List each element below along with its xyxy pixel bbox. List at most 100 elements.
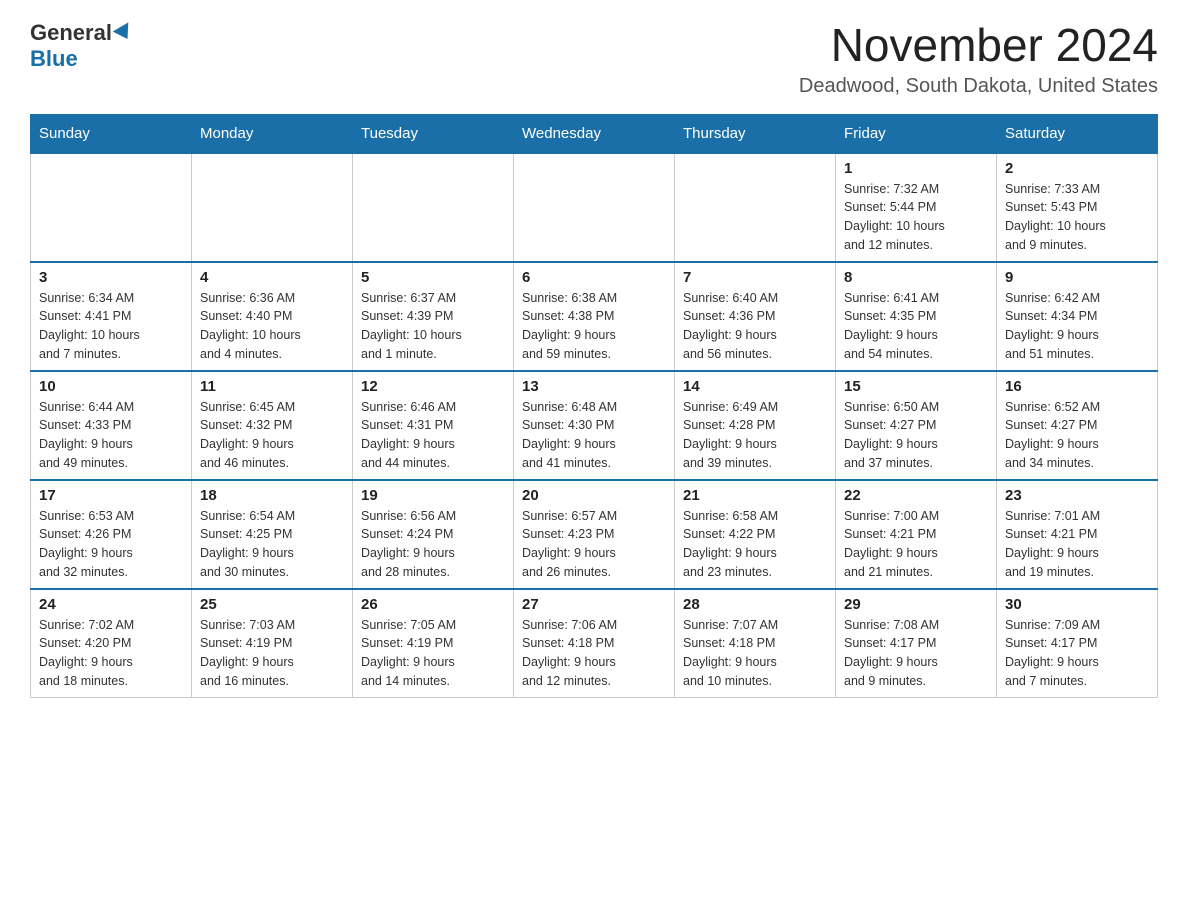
day-number: 20 [522, 487, 666, 504]
calendar-cell: 9 Sunrise: 6:42 AM Sunset: 4:34 PM Daylig… [997, 262, 1158, 371]
day-info: Sunrise: 6:56 AM Sunset: 4:24 PM Dayligh… [361, 507, 505, 582]
day-info: Sunrise: 6:54 AM Sunset: 4:25 PM Dayligh… [200, 507, 344, 582]
day-number: 7 [683, 269, 827, 286]
day-info: Sunrise: 7:03 AM Sunset: 4:19 PM Dayligh… [200, 616, 344, 691]
day-number: 11 [200, 378, 344, 395]
day-number: 22 [844, 487, 988, 504]
calendar-cell: 28Sunrise: 7:07 AM Sunset: 4:18 PM Dayli… [675, 589, 836, 698]
location-subtitle: Deadwood, South Dakota, United States [799, 75, 1158, 98]
day-number: 1 [844, 160, 988, 177]
day-info: Sunrise: 6:37 AM Sunset: 4:39 PM Dayligh… [361, 289, 505, 364]
calendar-cell [675, 153, 836, 262]
calendar-cell: 3 Sunrise: 6:34 AM Sunset: 4:41 PM Daylig… [31, 262, 192, 371]
day-number: 14 [683, 378, 827, 395]
day-info: Sunrise: 6:40 AM Sunset: 4:36 PM Dayligh… [683, 289, 827, 364]
day-info: Sunrise: 6:49 AM Sunset: 4:28 PM Dayligh… [683, 398, 827, 473]
day-number: 6 [522, 269, 666, 286]
calendar-cell: 12 Sunrise: 6:46 AM Sunset: 4:31 PM Dayli… [353, 371, 514, 480]
day-header-friday: Friday [836, 114, 997, 153]
day-info: Sunrise: 7:09 AM Sunset: 4:17 PM Dayligh… [1005, 616, 1149, 691]
calendar-cell: 22 Sunrise: 7:00 AM Sunset: 4:21 PM Dayli… [836, 480, 997, 589]
logo-general-text: General [30, 20, 112, 46]
week-row-1: 1 Sunrise: 7:32 AM Sunset: 5:44 PM Daylig… [31, 153, 1158, 262]
week-row-5: 24Sunrise: 7:02 AM Sunset: 4:20 PM Dayli… [31, 589, 1158, 698]
calendar-cell: 11Sunrise: 6:45 AM Sunset: 4:32 PM Dayli… [192, 371, 353, 480]
calendar-cell [192, 153, 353, 262]
day-info: Sunrise: 7:01 AM Sunset: 4:21 PM Dayligh… [1005, 507, 1149, 582]
day-number: 9 [1005, 269, 1149, 286]
day-info: Sunrise: 7:00 AM Sunset: 4:21 PM Dayligh… [844, 507, 988, 582]
day-info: Sunrise: 7:05 AM Sunset: 4:19 PM Dayligh… [361, 616, 505, 691]
calendar-cell: 27Sunrise: 7:06 AM Sunset: 4:18 PM Dayli… [514, 589, 675, 698]
calendar-cell [514, 153, 675, 262]
calendar-table: SundayMondayTuesdayWednesdayThursdayFrid… [30, 114, 1158, 698]
calendar-cell: 10 Sunrise: 6:44 AM Sunset: 4:33 PM Dayli… [31, 371, 192, 480]
calendar-cell: 18 Sunrise: 6:54 AM Sunset: 4:25 PM Dayli… [192, 480, 353, 589]
calendar-cell: 16 Sunrise: 6:52 AM Sunset: 4:27 PM Dayli… [997, 371, 1158, 480]
title-section: November 2024 Deadwood, South Dakota, Un… [799, 20, 1158, 98]
calendar-header-row: SundayMondayTuesdayWednesdayThursdayFrid… [31, 114, 1158, 153]
day-number: 23 [1005, 487, 1149, 504]
calendar-cell [31, 153, 192, 262]
day-info: Sunrise: 6:53 AM Sunset: 4:26 PM Dayligh… [39, 507, 183, 582]
calendar-cell: 25 Sunrise: 7:03 AM Sunset: 4:19 PM Dayli… [192, 589, 353, 698]
day-number: 12 [361, 378, 505, 395]
calendar-cell: 17 Sunrise: 6:53 AM Sunset: 4:26 PM Dayli… [31, 480, 192, 589]
day-info: Sunrise: 6:36 AM Sunset: 4:40 PM Dayligh… [200, 289, 344, 364]
day-number: 18 [200, 487, 344, 504]
day-info: Sunrise: 7:33 AM Sunset: 5:43 PM Dayligh… [1005, 180, 1149, 255]
calendar-cell: 5 Sunrise: 6:37 AM Sunset: 4:39 PM Daylig… [353, 262, 514, 371]
calendar-cell: 21Sunrise: 6:58 AM Sunset: 4:22 PM Dayli… [675, 480, 836, 589]
day-info: Sunrise: 7:32 AM Sunset: 5:44 PM Dayligh… [844, 180, 988, 255]
calendar-cell: 8 Sunrise: 6:41 AM Sunset: 4:35 PM Daylig… [836, 262, 997, 371]
week-row-2: 3 Sunrise: 6:34 AM Sunset: 4:41 PM Daylig… [31, 262, 1158, 371]
calendar-cell: 29 Sunrise: 7:08 AM Sunset: 4:17 PM Dayli… [836, 589, 997, 698]
day-header-monday: Monday [192, 114, 353, 153]
day-number: 4 [200, 269, 344, 286]
day-info: Sunrise: 6:48 AM Sunset: 4:30 PM Dayligh… [522, 398, 666, 473]
day-number: 15 [844, 378, 988, 395]
day-number: 3 [39, 269, 183, 286]
day-header-tuesday: Tuesday [353, 114, 514, 153]
day-info: Sunrise: 6:57 AM Sunset: 4:23 PM Dayligh… [522, 507, 666, 582]
day-number: 21 [683, 487, 827, 504]
day-number: 17 [39, 487, 183, 504]
day-info: Sunrise: 6:34 AM Sunset: 4:41 PM Dayligh… [39, 289, 183, 364]
week-row-4: 17 Sunrise: 6:53 AM Sunset: 4:26 PM Dayli… [31, 480, 1158, 589]
day-info: Sunrise: 6:52 AM Sunset: 4:27 PM Dayligh… [1005, 398, 1149, 473]
calendar-cell: 19 Sunrise: 6:56 AM Sunset: 4:24 PM Dayli… [353, 480, 514, 589]
day-number: 29 [844, 596, 988, 613]
day-number: 5 [361, 269, 505, 286]
day-number: 13 [522, 378, 666, 395]
day-header-thursday: Thursday [675, 114, 836, 153]
day-info: Sunrise: 6:44 AM Sunset: 4:33 PM Dayligh… [39, 398, 183, 473]
calendar-cell: 30Sunrise: 7:09 AM Sunset: 4:17 PM Dayli… [997, 589, 1158, 698]
calendar-cell: 24Sunrise: 7:02 AM Sunset: 4:20 PM Dayli… [31, 589, 192, 698]
day-info: Sunrise: 6:41 AM Sunset: 4:35 PM Dayligh… [844, 289, 988, 364]
day-info: Sunrise: 6:46 AM Sunset: 4:31 PM Dayligh… [361, 398, 505, 473]
day-number: 27 [522, 596, 666, 613]
logo-triangle-icon [113, 22, 136, 43]
day-info: Sunrise: 6:50 AM Sunset: 4:27 PM Dayligh… [844, 398, 988, 473]
calendar-cell: 2 Sunrise: 7:33 AM Sunset: 5:43 PM Daylig… [997, 153, 1158, 262]
calendar-cell: 7 Sunrise: 6:40 AM Sunset: 4:36 PM Daylig… [675, 262, 836, 371]
day-number: 24 [39, 596, 183, 613]
page-title: November 2024 [799, 20, 1158, 71]
calendar-cell: 4 Sunrise: 6:36 AM Sunset: 4:40 PM Daylig… [192, 262, 353, 371]
day-info: Sunrise: 6:42 AM Sunset: 4:34 PM Dayligh… [1005, 289, 1149, 364]
day-number: 8 [844, 269, 988, 286]
day-header-saturday: Saturday [997, 114, 1158, 153]
calendar-cell: 23 Sunrise: 7:01 AM Sunset: 4:21 PM Dayli… [997, 480, 1158, 589]
day-header-sunday: Sunday [31, 114, 192, 153]
day-header-wednesday: Wednesday [514, 114, 675, 153]
day-number: 25 [200, 596, 344, 613]
calendar-cell: 1 Sunrise: 7:32 AM Sunset: 5:44 PM Daylig… [836, 153, 997, 262]
day-number: 2 [1005, 160, 1149, 177]
day-info: Sunrise: 6:38 AM Sunset: 4:38 PM Dayligh… [522, 289, 666, 364]
day-info: Sunrise: 7:08 AM Sunset: 4:17 PM Dayligh… [844, 616, 988, 691]
calendar-cell: 14 Sunrise: 6:49 AM Sunset: 4:28 PM Dayli… [675, 371, 836, 480]
logo-blue-text: Blue [30, 46, 78, 72]
day-number: 16 [1005, 378, 1149, 395]
day-number: 19 [361, 487, 505, 504]
day-number: 10 [39, 378, 183, 395]
